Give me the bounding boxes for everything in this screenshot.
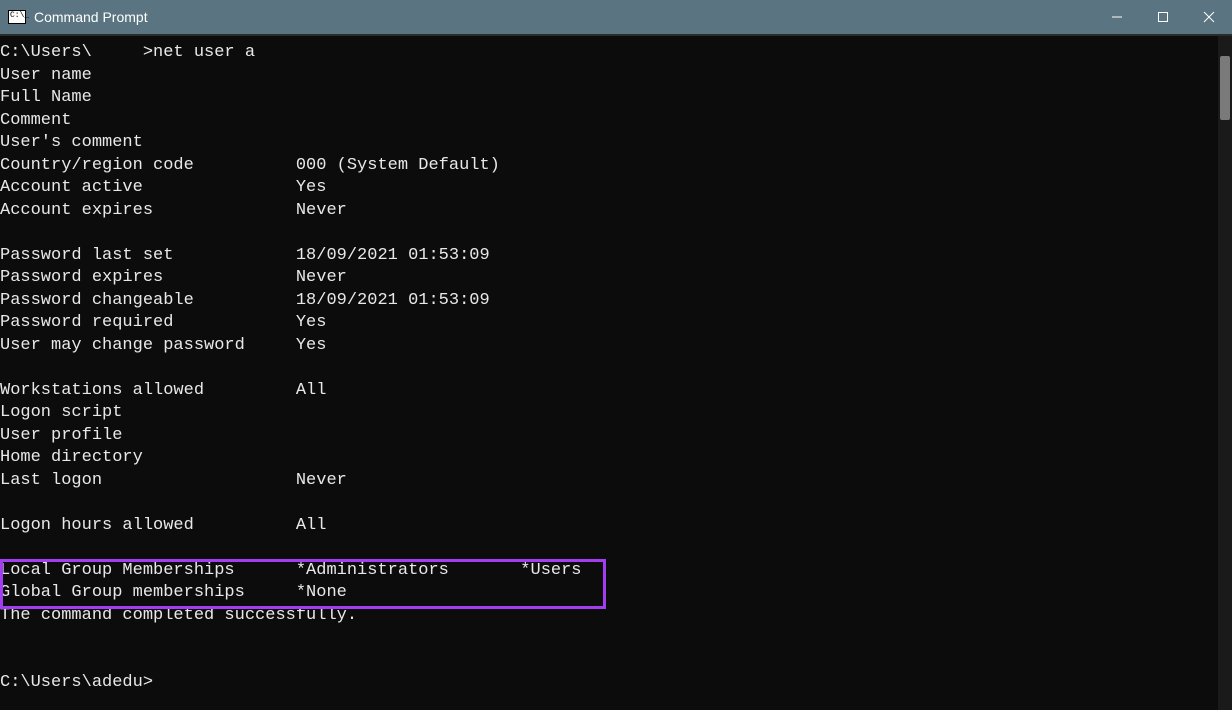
field-line: User name [0,65,1232,88]
window-title: Command Prompt [34,9,148,25]
field-line: Last logon Never [0,470,1232,493]
field-line: Password expires Never [0,267,1232,290]
field-line: Logon script [0,402,1232,425]
maximize-icon [1157,11,1169,23]
field-line: Logon hours allowed All [0,515,1232,538]
field-line: User may change password Yes [0,335,1232,358]
cmd-icon [8,10,26,24]
field-line: User's comment [0,132,1232,155]
field-line: Password changeable 18/09/2021 01:53:09 [0,290,1232,313]
blank-line [0,492,1232,515]
minimize-icon [1111,11,1123,23]
completion-line: The command completed successfully. [0,605,1232,628]
field-line: Workstations allowed All [0,380,1232,403]
final-prompt: C:\Users\adedu> [0,672,1232,695]
close-button[interactable] [1186,0,1232,34]
prompt-line: C:\Users\ >net user a [0,42,1232,65]
field-line: Account expires Never [0,200,1232,223]
scrollbar-thumb[interactable] [1220,56,1230,120]
field-line: Country/region code 000 (System Default) [0,155,1232,178]
terminal-output[interactable]: C:\Users\ >net user aUser name Full Name… [0,36,1232,710]
blank-line [0,627,1232,650]
blank-line [0,222,1232,245]
blank-line [0,537,1232,560]
field-line: Account active Yes [0,177,1232,200]
field-line: Comment [0,110,1232,133]
maximize-button[interactable] [1140,0,1186,34]
blank-line [0,650,1232,673]
field-line: Full Name [0,87,1232,110]
blank-line [0,357,1232,380]
field-line: Local Group Memberships *Administrators … [0,560,1232,583]
close-icon [1203,11,1215,23]
scrollbar-track[interactable] [1218,36,1232,710]
window-titlebar[interactable]: Command Prompt [0,0,1232,34]
field-line: Password required Yes [0,312,1232,335]
minimize-button[interactable] [1094,0,1140,34]
field-line: Global Group memberships *None [0,582,1232,605]
field-line: Home directory [0,447,1232,470]
field-line: Password last set 18/09/2021 01:53:09 [0,245,1232,268]
field-line: User profile [0,425,1232,448]
